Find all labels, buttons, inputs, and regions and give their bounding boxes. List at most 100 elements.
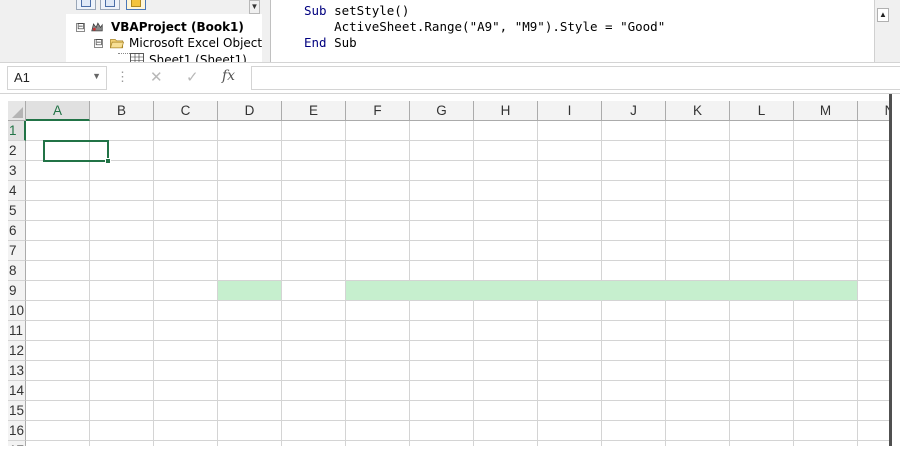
cell-e8[interactable] bbox=[282, 261, 346, 281]
cell-l12[interactable] bbox=[730, 341, 794, 361]
cell-n7[interactable] bbox=[858, 241, 889, 261]
cell-d1[interactable] bbox=[218, 121, 282, 141]
row-header-7[interactable]: 7 bbox=[8, 241, 26, 261]
cell-g11[interactable] bbox=[410, 321, 474, 341]
cell-l7[interactable] bbox=[730, 241, 794, 261]
cell-c16[interactable] bbox=[154, 421, 218, 441]
cell-e14[interactable] bbox=[282, 381, 346, 401]
cell-a16[interactable] bbox=[26, 421, 90, 441]
cell-f11[interactable] bbox=[346, 321, 410, 341]
cell-n10[interactable] bbox=[858, 301, 889, 321]
cell-m12[interactable] bbox=[794, 341, 858, 361]
row-header-10[interactable]: 10 bbox=[8, 301, 26, 321]
insert-function-icon[interactable]: fx bbox=[222, 68, 235, 84]
cell-n15[interactable] bbox=[858, 401, 889, 421]
cell-n5[interactable] bbox=[858, 201, 889, 221]
cell-a7[interactable] bbox=[26, 241, 90, 261]
cell-i6[interactable] bbox=[538, 221, 602, 241]
column-header-g[interactable]: G bbox=[410, 101, 474, 121]
cell-n2[interactable] bbox=[858, 141, 889, 161]
cell-a3[interactable] bbox=[26, 161, 90, 181]
cell-m4[interactable] bbox=[794, 181, 858, 201]
cell-i5[interactable] bbox=[538, 201, 602, 221]
row-header-9[interactable]: 9 bbox=[8, 281, 26, 301]
cell-m8[interactable] bbox=[794, 261, 858, 281]
cell-f4[interactable] bbox=[346, 181, 410, 201]
cell-g14[interactable] bbox=[410, 381, 474, 401]
cell-a6[interactable] bbox=[26, 221, 90, 241]
name-box[interactable]: A1 ▼ bbox=[7, 66, 107, 90]
cell-i11[interactable] bbox=[538, 321, 602, 341]
cell-d8[interactable] bbox=[218, 261, 282, 281]
cell-l4[interactable] bbox=[730, 181, 794, 201]
cell-g7[interactable] bbox=[410, 241, 474, 261]
cell-f13[interactable] bbox=[346, 361, 410, 381]
row-header-15[interactable]: 15 bbox=[8, 401, 26, 421]
cell-j16[interactable] bbox=[602, 421, 666, 441]
cell-j9[interactable] bbox=[602, 281, 666, 301]
cell-f10[interactable] bbox=[346, 301, 410, 321]
cell-f15[interactable] bbox=[346, 401, 410, 421]
cell-i16[interactable] bbox=[538, 421, 602, 441]
cell-j15[interactable] bbox=[602, 401, 666, 421]
column-header-b[interactable]: B bbox=[90, 101, 154, 121]
column-header-k[interactable]: K bbox=[666, 101, 730, 121]
cell-h4[interactable] bbox=[474, 181, 538, 201]
cell-e6[interactable] bbox=[282, 221, 346, 241]
cell-l1[interactable] bbox=[730, 121, 794, 141]
cell-f7[interactable] bbox=[346, 241, 410, 261]
cell-d10[interactable] bbox=[218, 301, 282, 321]
cell-n8[interactable] bbox=[858, 261, 889, 281]
cell-a1[interactable] bbox=[26, 121, 90, 141]
cell-c13[interactable] bbox=[154, 361, 218, 381]
cell-c8[interactable] bbox=[154, 261, 218, 281]
cell-h8[interactable] bbox=[474, 261, 538, 281]
cell-j7[interactable] bbox=[602, 241, 666, 261]
cell-i2[interactable] bbox=[538, 141, 602, 161]
row-header-14[interactable]: 14 bbox=[8, 381, 26, 401]
cell-h1[interactable] bbox=[474, 121, 538, 141]
cell-b10[interactable] bbox=[90, 301, 154, 321]
cell-g1[interactable] bbox=[410, 121, 474, 141]
cell-m1[interactable] bbox=[794, 121, 858, 141]
cell-l6[interactable] bbox=[730, 221, 794, 241]
collapse-toggle-icon[interactable]: ⊟ bbox=[76, 23, 85, 32]
cell-i7[interactable] bbox=[538, 241, 602, 261]
cell-j2[interactable] bbox=[602, 141, 666, 161]
cell-d13[interactable] bbox=[218, 361, 282, 381]
cell-m11[interactable] bbox=[794, 321, 858, 341]
cell-e5[interactable] bbox=[282, 201, 346, 221]
cell-g10[interactable] bbox=[410, 301, 474, 321]
worksheet-grid[interactable]: ABCDEFGHIJKLMN 1234567891011121314151617 bbox=[8, 101, 889, 446]
cell-k11[interactable] bbox=[666, 321, 730, 341]
cell-j5[interactable] bbox=[602, 201, 666, 221]
cell-n6[interactable] bbox=[858, 221, 889, 241]
row-header-8[interactable]: 8 bbox=[8, 261, 26, 281]
column-header-h[interactable]: H bbox=[474, 101, 538, 121]
cell-b4[interactable] bbox=[90, 181, 154, 201]
fill-handle[interactable] bbox=[105, 158, 111, 164]
column-header-a[interactable]: A bbox=[26, 101, 90, 121]
cell-c5[interactable] bbox=[154, 201, 218, 221]
cell-g16[interactable] bbox=[410, 421, 474, 441]
column-header-m[interactable]: M bbox=[794, 101, 858, 121]
cell-n4[interactable] bbox=[858, 181, 889, 201]
cell-b13[interactable] bbox=[90, 361, 154, 381]
cell-l14[interactable] bbox=[730, 381, 794, 401]
column-header-e[interactable]: E bbox=[282, 101, 346, 121]
cell-f12[interactable] bbox=[346, 341, 410, 361]
cell-l5[interactable] bbox=[730, 201, 794, 221]
cell-d5[interactable] bbox=[218, 201, 282, 221]
cell-i13[interactable] bbox=[538, 361, 602, 381]
cell-n9[interactable] bbox=[858, 281, 889, 301]
cell-d7[interactable] bbox=[218, 241, 282, 261]
cancel-icon[interactable]: ✕ bbox=[150, 68, 163, 86]
formula-input[interactable] bbox=[251, 66, 900, 90]
cell-n12[interactable] bbox=[858, 341, 889, 361]
cell-d14[interactable] bbox=[218, 381, 282, 401]
code-window[interactable]: Sub setStyle() ActiveSheet.Range("A9", "… bbox=[270, 0, 875, 62]
cell-d4[interactable] bbox=[218, 181, 282, 201]
cell-e11[interactable] bbox=[282, 321, 346, 341]
cell-c15[interactable] bbox=[154, 401, 218, 421]
view-code-button[interactable] bbox=[76, 0, 96, 10]
